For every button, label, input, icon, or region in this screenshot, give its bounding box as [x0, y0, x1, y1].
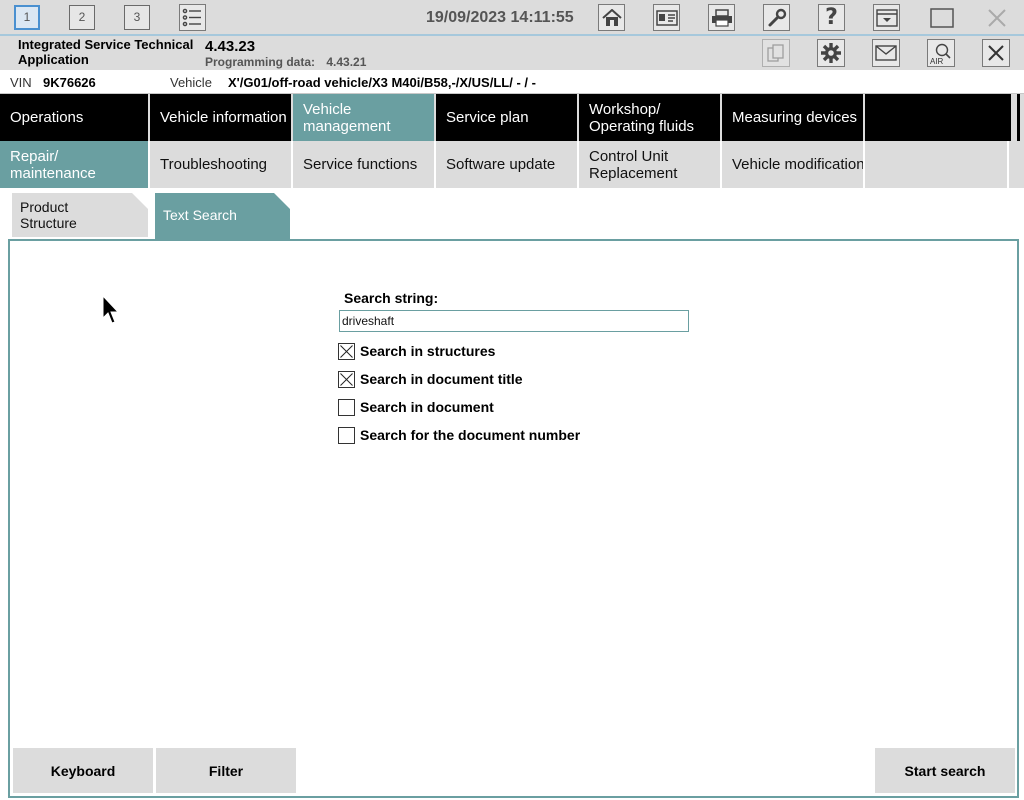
filter-button[interactable]: Filter	[156, 748, 296, 793]
programming-data-label: Programming data:	[205, 55, 316, 69]
vehicle-info-row: VIN 9K76626 Vehicle X'/G01/off-road vehi…	[0, 70, 1024, 94]
session-3-button[interactable]: 3	[124, 5, 150, 30]
home-icon[interactable]	[598, 4, 625, 31]
nav-empty-slot	[865, 94, 1009, 141]
main-navigation: Operations Vehicle information Vehicle m…	[0, 94, 1024, 141]
subnav-vehicle-modification[interactable]: Vehicle modification	[722, 141, 865, 188]
checkbox-search-document-number[interactable]	[338, 426, 355, 444]
keyboard-button[interactable]: Keyboard	[13, 748, 153, 793]
svg-text:AIR: AIR	[930, 57, 944, 65]
copy-documents-icon[interactable]	[762, 39, 790, 67]
start-search-button[interactable]: Start search	[875, 748, 1015, 793]
nav-service-plan[interactable]: Service plan	[436, 94, 579, 141]
gear-icon[interactable]	[817, 39, 845, 67]
nav-measuring-devices[interactable]: Measuring devices	[722, 94, 865, 141]
option-search-in-document-title[interactable]: Search in document title	[338, 370, 523, 388]
nav-vehicle-management[interactable]: Vehicle management	[293, 94, 436, 141]
search-input[interactable]	[339, 310, 689, 332]
app-header: Integrated Service Technical Application…	[0, 36, 1024, 70]
datetime-display: 19/09/2023 14:11:55	[426, 9, 574, 26]
subnav-control-unit-label: Control Unit Replacement	[589, 147, 678, 182]
vin-label: VIN	[10, 75, 32, 90]
tab-product-structure-label: Product Structure	[20, 199, 77, 231]
subnav-control-unit-replacement[interactable]: Control Unit Replacement	[579, 141, 722, 188]
air-icon[interactable]: AIR	[927, 39, 955, 67]
window-maximize-icon[interactable]	[928, 4, 955, 31]
label-search-in-document: Search in document	[360, 399, 494, 415]
tab-text-search[interactable]: Text Search	[155, 193, 290, 239]
subnav-repair-maintenance[interactable]: Repair/ maintenance	[0, 141, 150, 188]
id-card-icon[interactable]	[653, 4, 680, 31]
programming-data-value: 4.43.21	[326, 55, 367, 69]
menu-list-icon[interactable]	[179, 4, 206, 31]
vehicle-label: Vehicle	[170, 75, 212, 90]
checkbox-search-in-document[interactable]	[338, 398, 355, 416]
tab-product-structure[interactable]: Product Structure	[12, 193, 148, 237]
help-icon[interactable]: ?	[818, 4, 845, 31]
wrench-icon[interactable]	[763, 4, 790, 31]
session-1-button[interactable]: 1	[14, 5, 40, 30]
search-string-label: Search string:	[344, 290, 439, 306]
top-toolbar: 1 2 3 19/09/2023 14:11:55 ?	[0, 0, 1024, 36]
nav-workshop-label: Workshop/ Operating fluids	[589, 100, 695, 135]
tab-text-search-label: Text Search	[163, 207, 237, 223]
subnav-software-update[interactable]: Software update	[436, 141, 579, 188]
option-search-in-document[interactable]: Search in document	[338, 398, 494, 416]
print-icon[interactable]	[708, 4, 735, 31]
option-search-document-number[interactable]: Search for the document number	[338, 426, 580, 444]
vin-value: 9K76626	[43, 75, 96, 90]
label-search-in-document-title: Search in document title	[360, 371, 523, 387]
option-search-in-structures[interactable]: Search in structures	[338, 342, 495, 360]
subnav-empty-slot	[865, 141, 1009, 188]
nav-vehicle-management-label: Vehicle management	[303, 100, 391, 135]
checkbox-search-in-document-title[interactable]	[338, 370, 355, 388]
nav-scroll-edge	[1009, 94, 1024, 141]
nav-vehicle-information[interactable]: Vehicle information	[150, 94, 293, 141]
nav-operations[interactable]: Operations	[0, 94, 150, 141]
app-version: 4.43.23	[205, 38, 256, 55]
app-name: Integrated Service Technical Application	[18, 37, 194, 67]
close-icon[interactable]	[983, 4, 1010, 31]
subnav-repair-label: Repair/ maintenance	[10, 147, 96, 182]
close-icon[interactable]	[982, 39, 1010, 67]
mouse-cursor-icon	[102, 295, 120, 324]
vehicle-value: X'/G01/off-road vehicle/X3 M40i/B58,-/X/…	[228, 75, 536, 90]
session-2-button[interactable]: 2	[69, 5, 95, 30]
subnav-service-functions[interactable]: Service functions	[293, 141, 436, 188]
checkbox-search-in-structures[interactable]	[338, 342, 355, 360]
label-search-document-number: Search for the document number	[360, 427, 581, 443]
download-icon[interactable]	[873, 4, 900, 31]
label-search-in-structures: Search in structures	[360, 343, 496, 359]
nav-workshop-operating-fluids[interactable]: Workshop/ Operating fluids	[579, 94, 722, 141]
mail-icon[interactable]	[872, 39, 900, 67]
subnav-troubleshooting[interactable]: Troubleshooting	[150, 141, 293, 188]
programming-data: Programming data: 4.43.21	[205, 55, 366, 69]
sub-navigation: Repair/ maintenance Troubleshooting Serv…	[0, 141, 1024, 188]
